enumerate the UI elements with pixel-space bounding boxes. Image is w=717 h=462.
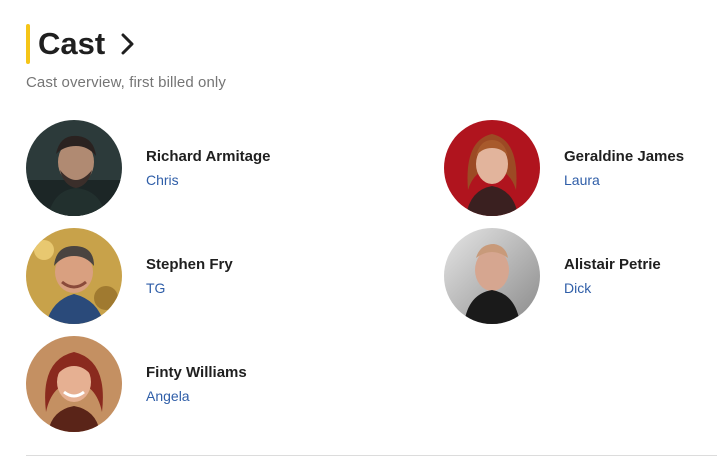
cast-item: Richard Armitage Chris xyxy=(26,120,270,216)
cast-item: Finty Williams Angela xyxy=(26,336,247,432)
section-subtitle: Cast overview, first billed only xyxy=(26,74,226,91)
character-name[interactable]: Laura xyxy=(564,171,684,189)
cast-item: Alistair Petrie Dick xyxy=(444,228,661,324)
actor-headshot[interactable] xyxy=(444,120,540,216)
cast-item: Geraldine James Laura xyxy=(444,120,684,216)
character-name[interactable]: Chris xyxy=(146,171,270,189)
character-name[interactable]: Dick xyxy=(564,279,661,297)
section-header: Cast xyxy=(26,24,137,64)
chevron-right-icon[interactable] xyxy=(119,32,137,56)
actor-headshot[interactable] xyxy=(26,336,122,432)
cast-item: Stephen Fry TG xyxy=(26,228,233,324)
actor-name[interactable]: Stephen Fry xyxy=(146,255,233,275)
accent-bar xyxy=(26,24,30,64)
character-name[interactable]: TG xyxy=(146,279,233,297)
actor-name[interactable]: Geraldine James xyxy=(564,147,684,167)
actor-headshot[interactable] xyxy=(26,120,122,216)
actor-name[interactable]: Richard Armitage xyxy=(146,147,270,167)
actor-headshot[interactable] xyxy=(444,228,540,324)
section-title[interactable]: Cast xyxy=(38,24,105,64)
actor-headshot[interactable] xyxy=(26,228,122,324)
character-name[interactable]: Angela xyxy=(146,387,247,405)
actor-name[interactable]: Alistair Petrie xyxy=(564,255,661,275)
section-divider xyxy=(26,455,717,456)
actor-name[interactable]: Finty Williams xyxy=(146,363,247,383)
